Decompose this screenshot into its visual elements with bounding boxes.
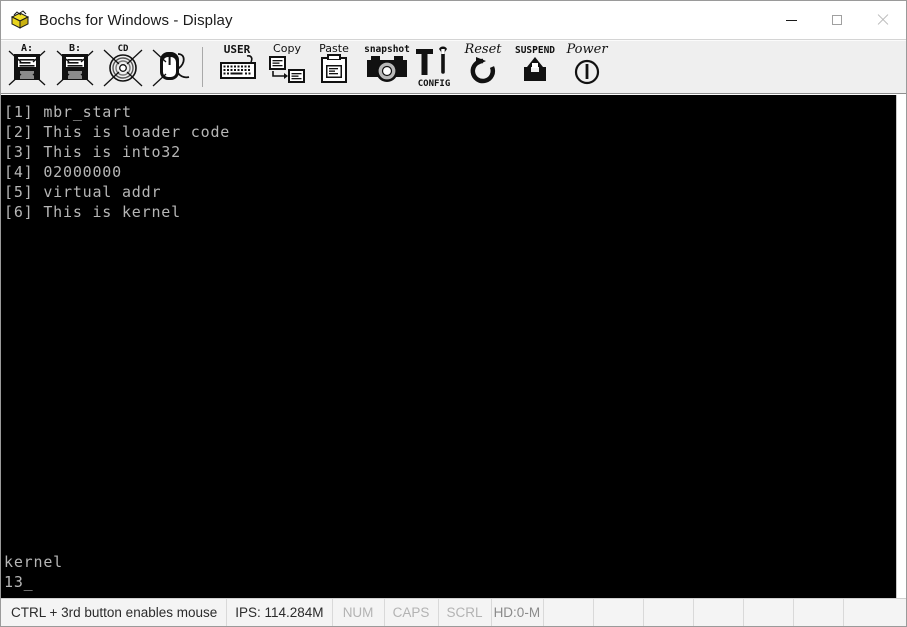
svg-text:Reset: Reset: [463, 42, 502, 57]
mouse-button[interactable]: [147, 41, 195, 93]
status-indicator-num: NUM: [333, 599, 385, 626]
status-cell-blank-5: [744, 599, 794, 626]
user-button[interactable]: USER: [210, 41, 262, 93]
toolbar: A: B: CD USER Copy Paste snapshot CONFIG…: [1, 40, 906, 94]
svg-text:snapshot: snapshot: [364, 44, 410, 55]
suspend-icon: SUSPEND: [510, 41, 555, 91]
paste-icon: Paste: [312, 41, 356, 91]
status-indicator-caps: CAPS: [385, 599, 439, 626]
window-controls: [768, 1, 906, 39]
minimize-icon: [785, 19, 797, 21]
copy-button[interactable]: Copy: [262, 41, 310, 93]
status-cell-blank-7: [844, 599, 906, 626]
svg-text:CONFIG: CONFIG: [418, 79, 451, 89]
status-indicator-hd: HD:0-M: [492, 599, 544, 626]
close-button[interactable]: [860, 1, 906, 39]
maximize-button[interactable]: [814, 1, 860, 39]
vga-display[interactable]: [1] mbr_start [2] This is loader code [3…: [1, 95, 897, 598]
bochs-box-icon: [9, 9, 31, 31]
power-icon: Power: [562, 41, 608, 91]
status-cell-blank-6: [794, 599, 844, 626]
floppy-a-button[interactable]: A:: [3, 41, 51, 93]
vga-boot-log: [1] mbr_start [2] This is loader code [3…: [4, 103, 231, 221]
mouse-icon: [149, 41, 193, 91]
bochs-window: Bochs for Windows - Display A: B: CD USE…: [0, 0, 907, 627]
status-message: CTRL + 3rd button enables mouse: [1, 599, 228, 626]
status-bar: CTRL + 3rd button enables mouse IPS: 114…: [1, 598, 906, 626]
status-ips: IPS: 114.284M: [227, 599, 333, 626]
floppy-b-button[interactable]: B:: [51, 41, 99, 93]
floppy-disk-icon: A:: [5, 41, 49, 91]
minimize-button[interactable]: [768, 1, 814, 39]
status-cell-blank-4: [694, 599, 744, 626]
close-icon: [876, 13, 890, 27]
svg-text:USER: USER: [224, 43, 251, 56]
config-button[interactable]: CONFIG: [410, 41, 458, 93]
snapshot-button[interactable]: snapshot: [358, 41, 410, 93]
svg-text:Copy: Copy: [273, 42, 301, 55]
status-cell-blank-1: [544, 599, 594, 626]
window-title: Bochs for Windows - Display: [39, 11, 233, 29]
keyboard-icon: USER: [214, 41, 258, 91]
svg-text:A:: A:: [21, 43, 33, 54]
cdrom-button[interactable]: CD: [99, 41, 147, 93]
title-bar: Bochs for Windows - Display: [1, 1, 906, 40]
svg-text:Power: Power: [565, 42, 608, 57]
vga-lower-output: kernel 13_: [4, 553, 63, 591]
suspend-button[interactable]: SUSPEND: [506, 41, 558, 93]
maximize-icon: [832, 15, 842, 25]
paste-button[interactable]: Paste: [310, 41, 358, 93]
status-cell-blank-3: [644, 599, 694, 626]
copy-icon: Copy: [264, 41, 308, 91]
cdrom-icon: CD: [101, 41, 145, 91]
tools-icon: CONFIG: [412, 41, 456, 91]
status-cell-blank-2: [594, 599, 644, 626]
camera-icon: snapshot: [362, 41, 410, 91]
display-area: [1] mbr_start [2] This is loader code [3…: [1, 94, 906, 598]
svg-text:Paste: Paste: [319, 42, 349, 55]
floppy-disk-icon: B:: [53, 41, 97, 91]
svg-text:B:: B:: [69, 43, 81, 54]
svg-text:CD: CD: [118, 44, 129, 54]
power-button[interactable]: Power: [558, 41, 610, 93]
status-indicator-scrl: SCRL: [439, 599, 492, 626]
svg-text:SUSPEND: SUSPEND: [515, 45, 555, 56]
reset-arrow-icon: Reset: [460, 41, 504, 91]
reset-button[interactable]: Reset: [458, 41, 506, 93]
toolbar-separator: [202, 47, 203, 87]
